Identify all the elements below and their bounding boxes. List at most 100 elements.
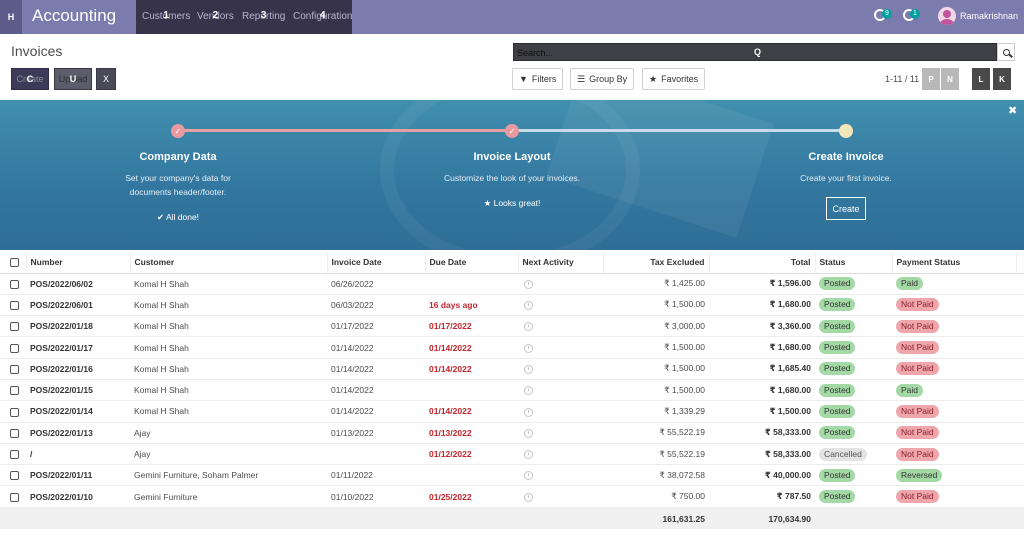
search-button[interactable] [997, 43, 1015, 61]
row-select-cell [0, 443, 26, 466]
activity-clock-icon[interactable] [524, 322, 533, 332]
menu-vendors-key: 2 [212, 10, 219, 21]
activity-clock-icon[interactable] [524, 471, 533, 481]
table-row[interactable]: POS/2022/01/13 Ajay 01/13/2022 01/13/2022 ₹ … [0, 422, 1024, 444]
table-row[interactable]: POS/2022/06/02 Komal H Shah 06/26/2022 ₹ 1,… [0, 273, 1024, 295]
col-tax-excluded[interactable]: Tax Excluded [602, 252, 709, 274]
kanban-view-button[interactable]: K [993, 68, 1011, 90]
activity-clock-icon[interactable] [524, 279, 533, 289]
table-row[interactable]: / Ajay 01/12/2022 ₹ 55,522.19 ₹ 58,333.00 Can… [0, 443, 1024, 466]
table-row[interactable]: POS/2022/01/11 Gemini Furniture, Soham Pa… [0, 464, 1024, 487]
cell-status: Posted [815, 336, 892, 359]
row-checkbox[interactable] [10, 428, 19, 438]
payment-status-badge: Not Paid [896, 341, 939, 355]
activity-clock-icon[interactable] [524, 386, 533, 396]
cell-next-activity [518, 294, 603, 317]
col-invoice-date[interactable]: Invoice Date [326, 252, 425, 274]
cell-total: ₹ 3,360.00 [709, 315, 815, 338]
activity-clock-icon[interactable] [524, 301, 533, 311]
menu-configuration[interactable]: Configuration 4 [293, 10, 352, 22]
col-payment-status[interactable]: Payment Status [891, 252, 1016, 274]
cell-due-date: 01/14/2022 [425, 358, 518, 380]
cell-invoice-date: 01/13/2022 [327, 422, 425, 444]
select-all-checkbox[interactable] [10, 258, 19, 268]
filters-button[interactable]: ▼ Filters [512, 68, 564, 90]
cell-end [1016, 379, 1024, 402]
cell-tax-excluded: ₹ 1,500.00 [603, 379, 709, 402]
status-badge: Posted [819, 341, 856, 355]
group-by-button[interactable]: ☰ Group By [570, 68, 635, 90]
page-title: Invoices [11, 43, 63, 59]
favorites-button[interactable]: ★ Favorites [642, 68, 706, 90]
row-checkbox[interactable] [10, 471, 19, 481]
cell-next-activity [518, 358, 603, 380]
footer-cell-customer [130, 507, 327, 530]
row-checkbox[interactable] [10, 450, 19, 460]
row-select-cell [0, 485, 26, 508]
cell-tax-excluded: ₹ 55,522.19 [603, 443, 709, 466]
list-view-button[interactable]: L [972, 68, 990, 90]
row-checkbox[interactable] [10, 407, 19, 417]
row-checkbox[interactable] [10, 364, 19, 374]
col-status[interactable]: Status [814, 252, 892, 274]
pager-next-button[interactable]: N [941, 68, 959, 90]
banner-close-icon[interactable]: ✖ [1008, 104, 1017, 117]
cell-status: Posted [815, 273, 892, 295]
search-input[interactable]: Search... Q [513, 43, 997, 61]
cell-due-date [425, 464, 518, 487]
table-row[interactable]: POS/2022/01/18 Komal H Shah 01/17/2022 01/1… [0, 315, 1024, 338]
user-name[interactable]: Ramakrishnan [960, 11, 1018, 21]
cell-number: POS/2022/01/17 [26, 336, 130, 359]
optional-columns-icon[interactable]: ⋮ [1015, 252, 1024, 274]
activity-clock-icon[interactable] [524, 407, 533, 417]
activity-clock-icon[interactable] [524, 492, 533, 502]
discard-x-button[interactable]: X [96, 68, 116, 90]
row-checkbox[interactable] [10, 301, 19, 311]
invoices-table: Number Customer Invoice Date Due Date Ne… [0, 252, 1024, 530]
table-row[interactable]: POS/2022/01/16 Komal H Shah 01/14/2022 01/1… [0, 358, 1024, 380]
table-row[interactable]: POS/2022/01/14 Komal H Shah 01/14/2022 01/1… [0, 400, 1024, 423]
activity-clock-icon[interactable] [524, 364, 533, 374]
cell-payment-status: Not Paid [892, 443, 1016, 466]
step-layout-done: ★ Looks great! [412, 198, 612, 209]
payment-status-badge: Not Paid [896, 426, 939, 440]
cell-next-activity [518, 400, 603, 423]
user-avatar[interactable] [938, 7, 956, 25]
table-row[interactable]: POS/2022/01/17 Komal H Shah 01/14/2022 01/1… [0, 336, 1024, 359]
cell-number: POS/2022/01/15 [26, 379, 130, 402]
table-row[interactable]: POS/2022/06/01 Komal H Shah 06/03/2022 16 d… [0, 294, 1024, 317]
step-layout-title[interactable]: Invoice Layout [412, 151, 612, 163]
activity-clock-icon[interactable] [524, 343, 533, 353]
app-title[interactable]: Accounting [32, 6, 116, 26]
activity-clock-icon[interactable] [524, 428, 533, 438]
step-2-check-icon: ✓ [505, 124, 519, 138]
row-checkbox[interactable] [10, 322, 19, 332]
col-total[interactable]: Total [708, 252, 815, 274]
menu-reporting[interactable]: Reporting 3 [242, 10, 285, 22]
list-view-key: L [978, 74, 984, 84]
payment-status-badge: Not Paid [896, 404, 939, 418]
onboarding-create-button[interactable]: Create [826, 197, 866, 220]
cell-payment-status: Not Paid [892, 485, 1016, 508]
col-number[interactable]: Number [25, 252, 130, 274]
row-checkbox[interactable] [10, 279, 19, 289]
home-menu-button[interactable]: H [0, 0, 22, 34]
table-row[interactable]: POS/2022/01/10 Gemini Furniture 01/10/2022… [0, 485, 1024, 508]
col-due-date[interactable]: Due Date [424, 252, 518, 274]
row-checkbox[interactable] [10, 343, 19, 353]
menu-vendors[interactable]: Vendors 2 [197, 10, 234, 22]
menu-customers[interactable]: Customers 1 [142, 10, 190, 22]
step-create-title[interactable]: Create Invoice [746, 151, 946, 163]
row-checkbox[interactable] [10, 492, 19, 502]
col-customer[interactable]: Customer [129, 252, 327, 274]
step-company-title[interactable]: Company Data [78, 151, 278, 163]
upload-button[interactable]: Upload U [54, 68, 92, 90]
col-next-activity[interactable]: Next Activity [517, 252, 603, 274]
cell-next-activity [518, 273, 603, 295]
table-row[interactable]: POS/2022/01/15 Komal H Shah 01/14/2022 ₹ 1,… [0, 379, 1024, 402]
row-checkbox[interactable] [10, 386, 19, 396]
activity-clock-icon[interactable] [524, 450, 533, 460]
pager-previous-button[interactable]: P [922, 68, 940, 90]
create-button[interactable]: Create C [11, 68, 49, 90]
pager-value[interactable]: 1-11 / 11 [885, 74, 919, 84]
